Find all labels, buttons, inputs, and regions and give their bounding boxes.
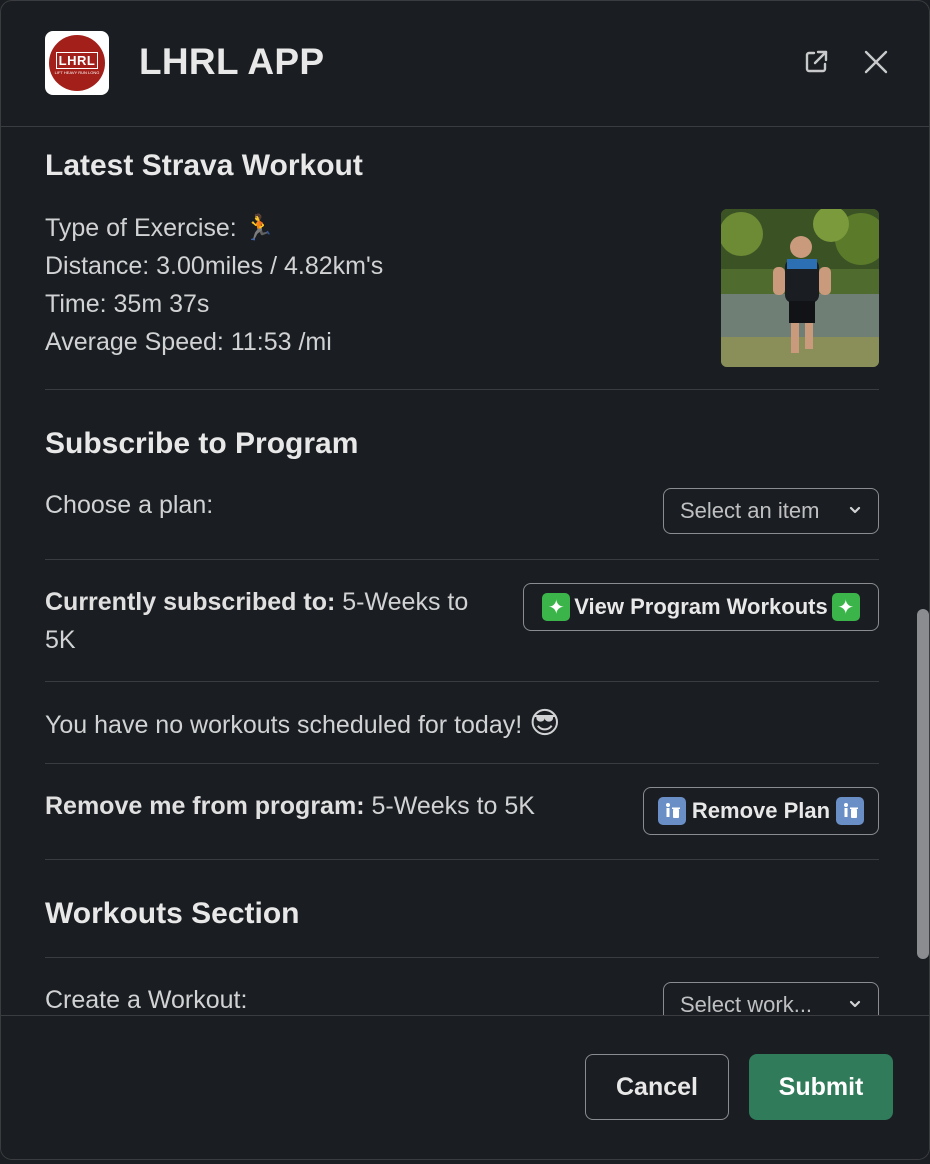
create-workout-label: Create a Workout: bbox=[45, 986, 248, 1014]
time-text: Time: 35m 37s bbox=[45, 290, 210, 318]
exercise-type: Type of Exercise: 🏃 bbox=[45, 209, 275, 247]
trash-person-icon bbox=[836, 797, 865, 825]
current-subscription: Currently subscribed to: 5-Weeks to 5K bbox=[45, 583, 505, 659]
submit-button[interactable]: Submit bbox=[749, 1054, 893, 1120]
choose-plan-label: Choose a plan: bbox=[45, 491, 214, 519]
sparkle-icon: ✦ bbox=[831, 593, 860, 621]
remove-program-value: 5-Weeks to 5K bbox=[371, 792, 535, 820]
cancel-button[interactable]: Cancel bbox=[585, 1054, 729, 1120]
subscribe-heading: Subscribe to Program bbox=[45, 427, 359, 460]
exercise-type-label: Type of Exercise: bbox=[45, 214, 237, 242]
external-link-icon[interactable] bbox=[801, 47, 831, 77]
view-program-workouts-button[interactable]: ✦ View Program Workouts ✦ bbox=[523, 583, 879, 631]
no-workouts-text: You have no workouts scheduled for today… bbox=[45, 711, 523, 739]
remove-label: Remove me from program: bbox=[45, 792, 365, 820]
plan-select[interactable]: Select an item bbox=[663, 488, 879, 534]
workout-photo bbox=[721, 209, 879, 367]
close-icon[interactable] bbox=[861, 47, 891, 77]
current-subscription-label: Currently subscribed to: bbox=[45, 588, 336, 616]
trash-person-icon bbox=[657, 797, 686, 825]
current-subscription-value-cont: 5K bbox=[45, 626, 76, 654]
sunglasses-emoji: 😎 bbox=[529, 707, 561, 740]
scrollbar[interactable] bbox=[917, 609, 929, 959]
average-speed-text: Average Speed: 11:53 /mi bbox=[45, 328, 332, 356]
strava-heading: Latest Strava Workout bbox=[45, 149, 363, 182]
sparkle-icon: ✦ bbox=[542, 593, 571, 621]
view-program-workouts-label: View Program Workouts bbox=[574, 594, 828, 619]
distance-text: Distance: 3.00miles / 4.82km's bbox=[45, 252, 384, 280]
modal-content: Latest Strava Workout Type of Exercise: … bbox=[1, 127, 929, 1015]
modal-header: LHRL LIFT HEAVY RUN LONG LHRL APP bbox=[1, 1, 929, 127]
workouts-heading: Workouts Section bbox=[45, 897, 300, 930]
remove-plan-button[interactable]: Remove Plan bbox=[643, 787, 879, 835]
divider bbox=[45, 763, 879, 764]
runner-emoji: 🏃 bbox=[243, 214, 275, 242]
divider bbox=[45, 957, 879, 958]
divider bbox=[45, 389, 879, 390]
modal-footer: Cancel Submit bbox=[1, 1015, 929, 1159]
logo-subtext: LIFT HEAVY RUN LONG bbox=[54, 69, 100, 75]
app-logo: LHRL LIFT HEAVY RUN LONG bbox=[45, 31, 109, 95]
current-subscription-value: 5-Weeks to bbox=[342, 588, 469, 616]
chevron-down-icon bbox=[848, 997, 862, 1014]
logo-text: LHRL bbox=[55, 51, 99, 69]
no-workouts-message: You have no workouts scheduled for today… bbox=[45, 705, 560, 744]
divider bbox=[45, 559, 879, 560]
divider bbox=[45, 681, 879, 682]
divider bbox=[45, 859, 879, 860]
workout-select[interactable]: Select work... bbox=[663, 982, 879, 1015]
logo-badge: LHRL LIFT HEAVY RUN LONG bbox=[49, 35, 105, 91]
remove-plan-label: Remove Plan bbox=[691, 798, 831, 823]
chevron-down-icon bbox=[848, 503, 862, 520]
remove-from-program: Remove me from program: 5-Weeks to 5K bbox=[45, 787, 535, 825]
plan-select-placeholder: Select an item bbox=[680, 498, 820, 523]
app-title: LHRL APP bbox=[139, 41, 325, 82]
app-modal: LHRL LIFT HEAVY RUN LONG LHRL APP Latest… bbox=[0, 0, 930, 1160]
workout-select-placeholder: Select work... bbox=[680, 992, 813, 1015]
